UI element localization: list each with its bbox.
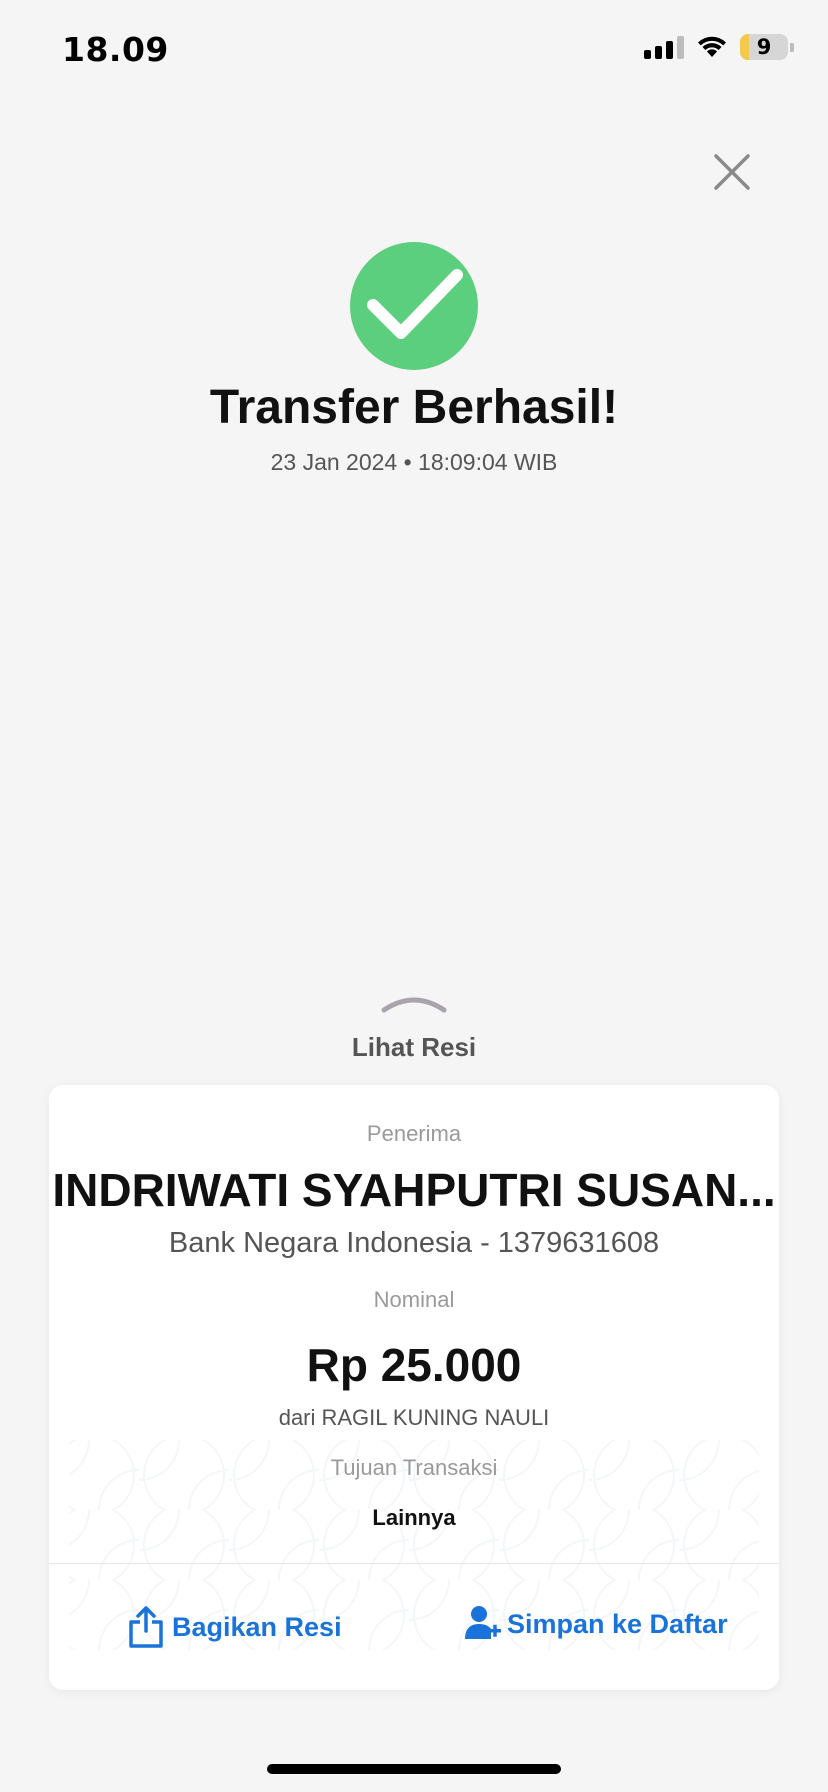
status-icons: 9 [644,34,794,60]
recipient-label: Penerima [366,1121,462,1146]
transfer-amount: Rp 25.000 [306,1339,522,1391]
page-title: Transfer Berhasil! [209,381,619,434]
receipt-card: Penerima INDRIWATI SYAHPUTRI SUSAN... Ba… [49,1085,779,1690]
add-user-icon [465,1606,501,1639]
check-circle-icon [350,242,478,370]
recipient-bank-account: Bank Negara Indonesia - 1379631608 [168,1227,660,1259]
status-time: 18.09 [62,30,169,69]
transfer-success-screen: 18.09 9 Transfer Berhasil! 23 Jan 2024 •… [0,0,828,1792]
home-indicator[interactable] [267,1764,561,1774]
recipient-name: INDRIWATI SYAHPUTRI SUSAN... [52,1164,776,1216]
share-receipt-label: Bagikan Resi [172,1611,342,1642]
amount-label: Nominal [373,1287,455,1312]
transaction-datetime: 23 Jan 2024 • 18:09:04 WIB [270,449,558,475]
share-receipt-button[interactable]: Bagikan Resi [126,1605,342,1649]
save-to-list-label: Simpan ke Daftar [507,1608,728,1639]
divider [49,1563,779,1564]
view-receipt-button[interactable]: Lihat Resi [0,1032,828,1063]
chevron-up-icon[interactable] [380,990,448,1016]
sender-name: dari RAGIL KUNING NAULI [278,1405,550,1430]
close-icon[interactable] [710,150,754,194]
battery-level: 9 [756,35,772,59]
wifi-icon [698,36,726,57]
save-to-list-button[interactable]: Simpan ke Daftar [465,1605,728,1643]
battery-icon: 9 [740,34,788,60]
transaction-purpose: Lainnya [372,1505,456,1530]
share-icon [129,1606,163,1648]
cellular-signal-icon [644,35,684,59]
purpose-label: Tujuan Transaksi [330,1455,498,1480]
battery-tip [790,42,794,52]
